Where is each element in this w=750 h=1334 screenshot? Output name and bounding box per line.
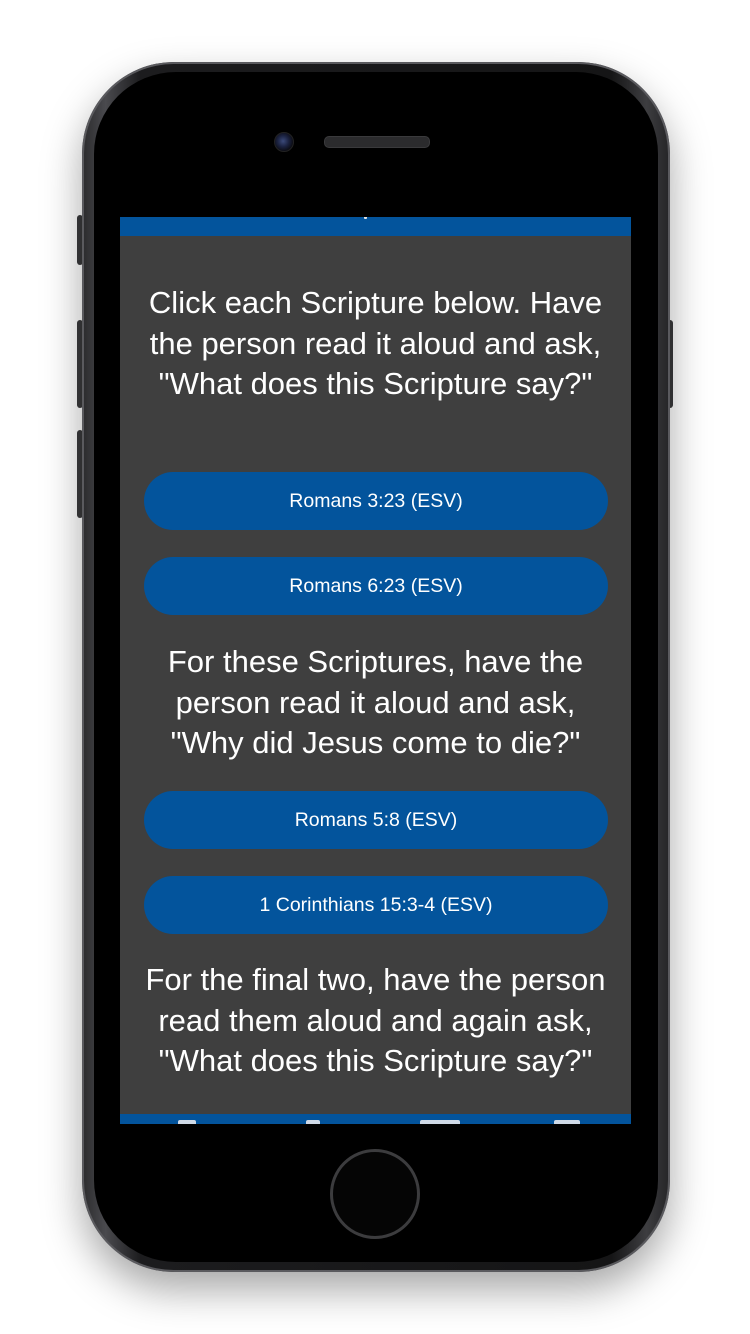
- instruction-text-3: For the final two, have the person read …: [145, 962, 606, 1078]
- tab-profile-icon[interactable]: [554, 1120, 580, 1124]
- scripture-button-romans-5-8[interactable]: Romans 5:8 (ESV): [144, 791, 608, 849]
- front-camera-icon: [274, 132, 294, 152]
- tab-search-icon[interactable]: [306, 1120, 320, 1124]
- earpiece-speaker: [324, 136, 430, 148]
- app-screen: Click each Scripture below. Have the per…: [120, 217, 631, 1124]
- scripture-button-romans-6-23[interactable]: Romans 6:23 (ESV): [144, 557, 608, 615]
- instruction-text-1: Click each Scripture below. Have the per…: [148, 285, 603, 401]
- tab-bar: [120, 1114, 631, 1124]
- home-button: [330, 1149, 420, 1239]
- tab-home-icon[interactable]: [178, 1120, 196, 1124]
- nav-title-fragment: [364, 217, 367, 219]
- scripture-button-1-corinthians-15-3-4[interactable]: 1 Corinthians 15:3-4 (ESV): [144, 876, 608, 934]
- device-mockup: Click each Scripture below. Have the per…: [0, 0, 750, 1334]
- tab-book-icon[interactable]: [420, 1120, 460, 1124]
- scripture-button-romans-3-23[interactable]: Romans 3:23 (ESV): [144, 472, 608, 530]
- instruction-text-2: For these Scriptures, have the person re…: [167, 644, 584, 760]
- navigation-bar: [120, 217, 631, 236]
